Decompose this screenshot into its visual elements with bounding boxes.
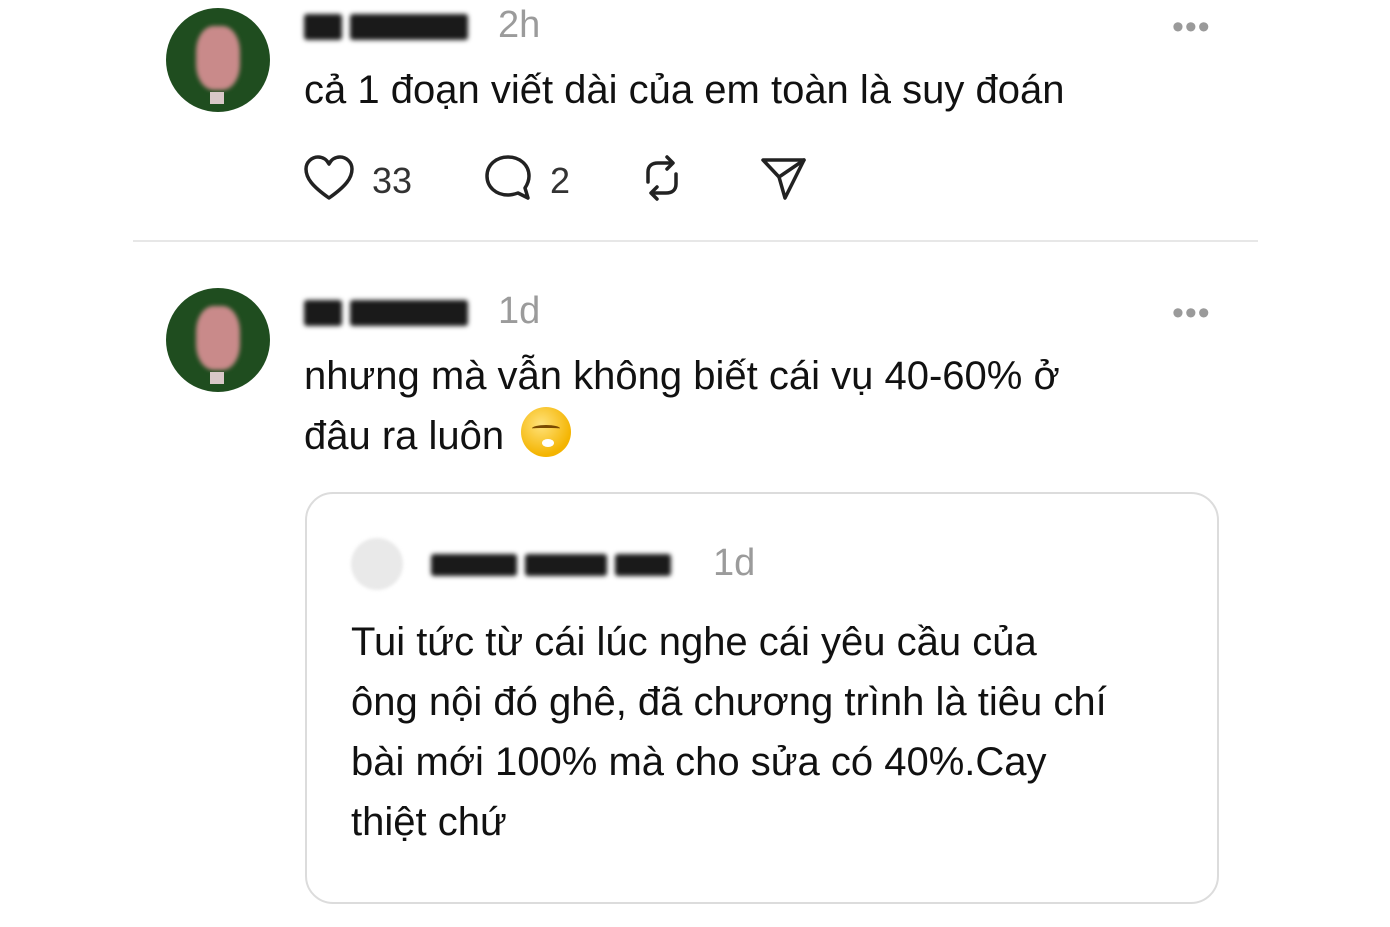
- quoted-post-card[interactable]: 1d Tui tức từ cái lúc nghe cái yêu cầu c…: [305, 492, 1219, 904]
- post-timestamp: 2h: [498, 4, 541, 46]
- quoted-text-line: bài mới 100% mà cho sửa có 40%.Cay: [351, 740, 1047, 784]
- username-redacted[interactable]: [304, 10, 476, 44]
- repost-icon: [636, 152, 688, 209]
- post-text-line: đâu ra luôn: [304, 406, 1204, 466]
- avatar[interactable]: [166, 8, 270, 112]
- quoted-username-redacted[interactable]: [431, 550, 679, 580]
- like-button[interactable]: 33: [302, 152, 412, 209]
- share-button[interactable]: [758, 152, 810, 209]
- repost-button[interactable]: [636, 152, 688, 209]
- quoted-text-line: Tui tức từ cái lúc nghe cái yêu cầu của: [351, 620, 1037, 664]
- post-text-line-2: đâu ra luôn: [304, 414, 505, 458]
- username-redacted[interactable]: [304, 296, 476, 330]
- reply-button[interactable]: 2: [482, 152, 570, 209]
- like-count: 33: [372, 159, 413, 201]
- quoted-avatar[interactable]: [351, 538, 403, 590]
- quoted-text-line: ông nội đó ghê, đã chương trình là tiêu …: [351, 680, 1107, 724]
- post-timestamp: 1d: [498, 290, 541, 332]
- quoted-text-line: thiệt chứ: [351, 800, 507, 844]
- reply-count: 2: [550, 159, 571, 201]
- post-text-line: nhưng mà vẫn không biết cái vụ 40-60% ở: [304, 354, 1060, 398]
- post-text: nhưng mà vẫn không biết cái vụ 40-60% ở …: [304, 346, 1204, 466]
- weary-face-emoji-icon: [521, 407, 572, 457]
- heart-icon: [302, 152, 356, 209]
- post-text: cả 1 đoạn viết dài của em toàn là suy đo…: [304, 68, 1065, 112]
- post-divider: [133, 240, 1258, 242]
- quoted-text: Tui tức từ cái lúc nghe cái yêu cầu của …: [351, 612, 1191, 852]
- more-options-button[interactable]: •••: [1172, 10, 1211, 44]
- more-options-button[interactable]: •••: [1172, 296, 1211, 330]
- send-icon: [758, 152, 810, 209]
- comment-icon: [482, 152, 534, 209]
- quoted-timestamp: 1d: [713, 542, 756, 584]
- avatar[interactable]: [166, 288, 270, 392]
